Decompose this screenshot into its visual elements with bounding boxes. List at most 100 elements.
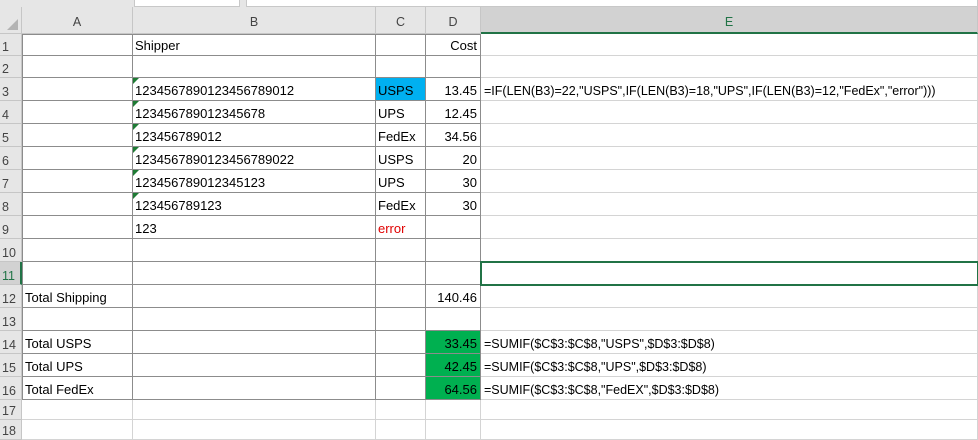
cell-e12[interactable] [481, 285, 978, 308]
cell-b1[interactable]: Shipper [133, 34, 376, 56]
cell-b7[interactable]: 123456789012345123 [133, 170, 376, 193]
row-header-15[interactable]: 15 [0, 354, 22, 377]
cell-d10[interactable] [426, 239, 481, 262]
cell-c13[interactable] [376, 308, 426, 331]
cell-b3[interactable]: 1234567890123456789012 [133, 78, 376, 101]
cell-d18[interactable] [426, 420, 481, 440]
cell-a16[interactable]: Total FedEx [22, 377, 133, 400]
cell-c4[interactable]: UPS [376, 101, 426, 124]
cell-e8[interactable] [481, 193, 978, 216]
row-header-5[interactable]: 5 [0, 124, 22, 147]
cell-c10[interactable] [376, 239, 426, 262]
cell-a5[interactable] [22, 124, 133, 147]
cell-a2[interactable] [22, 56, 133, 78]
cell-d1[interactable]: Cost [426, 34, 481, 56]
cell-b12[interactable] [133, 285, 376, 308]
row-header-13[interactable]: 13 [0, 308, 22, 331]
cell-e2[interactable] [481, 56, 978, 78]
row-header-7[interactable]: 7 [0, 170, 22, 193]
row-header-16[interactable]: 16 [0, 377, 22, 400]
select-all-button[interactable] [0, 7, 22, 34]
cell-d17[interactable] [426, 400, 481, 420]
cell-a1[interactable] [22, 34, 133, 56]
cell-c17[interactable] [376, 400, 426, 420]
row-header-3[interactable]: 3 [0, 78, 22, 101]
column-header-b[interactable]: B [133, 7, 376, 34]
cell-a13[interactable] [22, 308, 133, 331]
cell-b5[interactable]: 123456789012 [133, 124, 376, 147]
cell-d13[interactable] [426, 308, 481, 331]
cell-d3[interactable]: 13.45 [426, 78, 481, 101]
row-header-12[interactable]: 12 [0, 285, 22, 308]
row-header-6[interactable]: 6 [0, 147, 22, 170]
cell-a15[interactable]: Total UPS [22, 354, 133, 377]
cell-b18[interactable] [133, 420, 376, 440]
cell-c5[interactable]: FedEx [376, 124, 426, 147]
cell-e3[interactable]: =IF(LEN(B3)=22,"USPS",IF(LEN(B3)=18,"UPS… [481, 78, 978, 101]
cell-b17[interactable] [133, 400, 376, 420]
cell-e16[interactable]: =SUMIF($C$3:$C$8,"FedEX",$D$3:$D$8) [481, 377, 978, 400]
cell-b4[interactable]: 123456789012345678 [133, 101, 376, 124]
column-header-a[interactable]: A [22, 7, 133, 34]
cell-e9[interactable] [481, 216, 978, 239]
cell-d16[interactable]: 64.56 [426, 377, 481, 400]
column-header-c[interactable]: C [376, 7, 426, 34]
cell-b10[interactable] [133, 239, 376, 262]
cell-b16[interactable] [133, 377, 376, 400]
cell-b8[interactable]: 123456789123 [133, 193, 376, 216]
cell-d4[interactable]: 12.45 [426, 101, 481, 124]
cell-e10[interactable] [481, 239, 978, 262]
cell-d12[interactable]: 140.46 [426, 285, 481, 308]
cell-b13[interactable] [133, 308, 376, 331]
cell-d7[interactable]: 30 [426, 170, 481, 193]
row-header-14[interactable]: 14 [0, 331, 22, 354]
cell-d6[interactable]: 20 [426, 147, 481, 170]
row-header-8[interactable]: 8 [0, 193, 22, 216]
cell-d14[interactable]: 33.45 [426, 331, 481, 354]
row-header-9[interactable]: 9 [0, 216, 22, 239]
cell-c3[interactable]: USPS [376, 78, 426, 101]
row-header-2[interactable]: 2 [0, 56, 22, 78]
cell-c9[interactable]: error [376, 216, 426, 239]
cell-b11[interactable] [133, 262, 376, 285]
cell-e1[interactable] [481, 34, 978, 56]
row-header-17[interactable]: 17 [0, 400, 22, 420]
cell-c14[interactable] [376, 331, 426, 354]
cell-c6[interactable]: USPS [376, 147, 426, 170]
cell-e6[interactable] [481, 147, 978, 170]
cell-b6[interactable]: 1234567890123456789022 [133, 147, 376, 170]
cell-a7[interactable] [22, 170, 133, 193]
cell-a18[interactable] [22, 420, 133, 440]
cell-c2[interactable] [376, 56, 426, 78]
cell-b14[interactable] [133, 331, 376, 354]
row-header-4[interactable]: 4 [0, 101, 22, 124]
cell-d8[interactable]: 30 [426, 193, 481, 216]
row-header-10[interactable]: 10 [0, 239, 22, 262]
cell-a10[interactable] [22, 239, 133, 262]
cell-d5[interactable]: 34.56 [426, 124, 481, 147]
column-header-e[interactable]: E [481, 7, 978, 34]
cell-a6[interactable] [22, 147, 133, 170]
cell-a4[interactable] [22, 101, 133, 124]
cell-a12[interactable]: Total Shipping [22, 285, 133, 308]
cell-d2[interactable] [426, 56, 481, 78]
cell-c15[interactable] [376, 354, 426, 377]
cell-a11[interactable] [22, 262, 133, 285]
cell-e17[interactable] [481, 400, 978, 420]
cell-c11[interactable] [376, 262, 426, 285]
cell-a3[interactable] [22, 78, 133, 101]
cell-e13[interactable] [481, 308, 978, 331]
cell-c7[interactable]: UPS [376, 170, 426, 193]
cell-e14[interactable]: =SUMIF($C$3:$C$8,"USPS",$D$3:$D$8) [481, 331, 978, 354]
cell-d15[interactable]: 42.45 [426, 354, 481, 377]
cell-c8[interactable]: FedEx [376, 193, 426, 216]
cell-a9[interactable] [22, 216, 133, 239]
cell-a14[interactable]: Total USPS [22, 331, 133, 354]
cell-e4[interactable] [481, 101, 978, 124]
cell-c18[interactable] [376, 420, 426, 440]
cell-e15[interactable]: =SUMIF($C$3:$C$8,"UPS",$D$3:$D$8) [481, 354, 978, 377]
cell-e7[interactable] [481, 170, 978, 193]
cell-d9[interactable] [426, 216, 481, 239]
column-header-d[interactable]: D [426, 7, 481, 34]
cell-b9[interactable]: 123 [133, 216, 376, 239]
